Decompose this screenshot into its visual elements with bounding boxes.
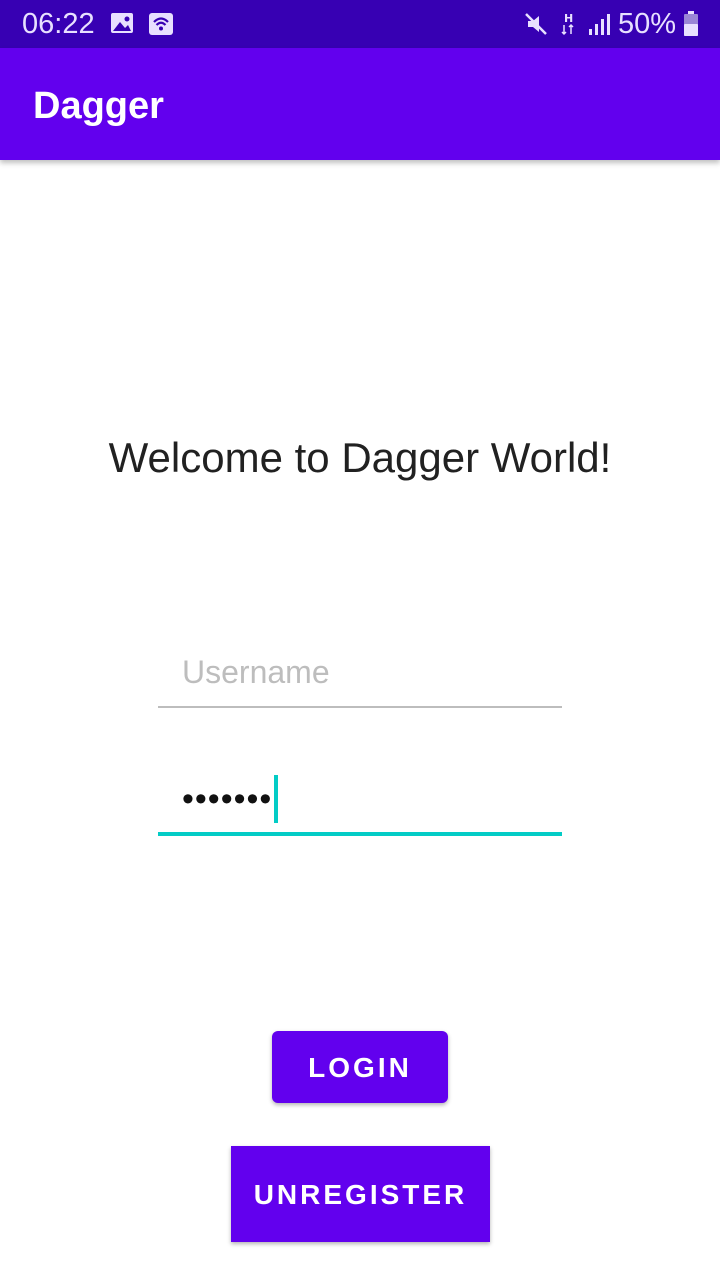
password-masked-value: ••••••• bbox=[182, 780, 273, 818]
svg-text:H: H bbox=[564, 12, 573, 25]
status-time: 06:22 bbox=[22, 8, 95, 40]
welcome-heading: Welcome to Dagger World! bbox=[108, 434, 612, 481]
status-bar: 06:22 H 50% bbox=[0, 0, 720, 48]
username-input[interactable] bbox=[158, 638, 562, 708]
wifi-hotspot-icon bbox=[147, 11, 175, 37]
text-cursor bbox=[274, 775, 279, 823]
login-button[interactable]: LOGIN bbox=[272, 1031, 448, 1103]
signal-icon bbox=[586, 11, 614, 37]
app-bar: Dagger bbox=[0, 48, 720, 160]
password-input[interactable]: ••••••• bbox=[158, 766, 562, 836]
battery-percentage: 50% bbox=[617, 8, 676, 40]
network-h-icon: H bbox=[559, 11, 579, 37]
unregister-button[interactable]: UNREGISTER bbox=[231, 1146, 490, 1242]
app-title: Dagger bbox=[33, 85, 164, 127]
image-icon bbox=[109, 11, 137, 37]
battery-icon bbox=[682, 11, 702, 37]
mute-icon bbox=[522, 11, 550, 37]
